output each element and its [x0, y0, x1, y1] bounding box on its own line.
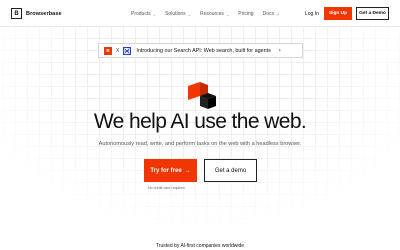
nav-item-resources[interactable]: Resources ⌄: [200, 11, 229, 17]
hero-subheadline: Autonomously read, write, and perform ta…: [98, 141, 302, 147]
brand-letter: B: [106, 48, 110, 53]
exa-logo-icon: [123, 46, 132, 55]
logo-mark-icon: B: [11, 8, 22, 19]
main-nav: Products ⌄ Solutions ⌄ Resources ⌄ Prici…: [131, 11, 288, 17]
nav-label: Docs: [262, 11, 274, 17]
nav-item-solutions[interactable]: Solutions ⌄: [165, 11, 191, 17]
try-for-free-button[interactable]: Try for free →: [144, 159, 197, 182]
try-label: Try for free: [150, 167, 182, 174]
get-demo-button[interactable]: Get a Demo: [356, 7, 389, 20]
hero-headline: We help AI use the web.: [93, 110, 307, 133]
arrow-right-icon: →: [184, 167, 191, 174]
nav-label: Solutions: [165, 11, 186, 17]
nav-item-pricing[interactable]: Pricing: [238, 11, 253, 17]
logo-text: Browserbase: [26, 10, 62, 17]
browserbase-logo-icon: B: [104, 46, 112, 55]
nav-label: Products: [131, 11, 151, 17]
login-link[interactable]: Log In: [305, 11, 319, 17]
logo-letter: B: [14, 10, 19, 17]
nav-label: Resources: [200, 11, 224, 17]
chevron-down-icon: ⌄: [152, 11, 157, 17]
trusted-by-text: Trusted by AI-first companies worldwide: [155, 243, 245, 249]
cube-icon: [188, 82, 216, 109]
separator: X: [116, 47, 120, 54]
nav-label: Pricing: [238, 11, 254, 17]
top-navbar: B Browserbase Products ⌄ Solutions ⌄ Res…: [0, 0, 400, 27]
nav-item-products[interactable]: Products ⌄: [131, 11, 156, 17]
no-card-note: No credit card required.: [148, 186, 186, 190]
announcement-text: Introducing our Search API: Web search, …: [136, 47, 271, 54]
chevron-down-icon: ⌄: [187, 11, 192, 17]
announcement-banner[interactable]: B X Introducing our Search API: Web sear…: [98, 43, 303, 58]
nav-item-docs[interactable]: Docs ↗: [263, 11, 280, 17]
chevron-right-icon: ›: [278, 47, 281, 54]
chevron-down-icon: ⌄: [225, 11, 230, 17]
signup-button[interactable]: Sign Up: [324, 7, 352, 20]
external-link-icon: ↗: [276, 11, 280, 17]
get-a-demo-button[interactable]: Get a demo: [204, 159, 257, 182]
brand-logo[interactable]: B Browserbase: [11, 8, 62, 19]
